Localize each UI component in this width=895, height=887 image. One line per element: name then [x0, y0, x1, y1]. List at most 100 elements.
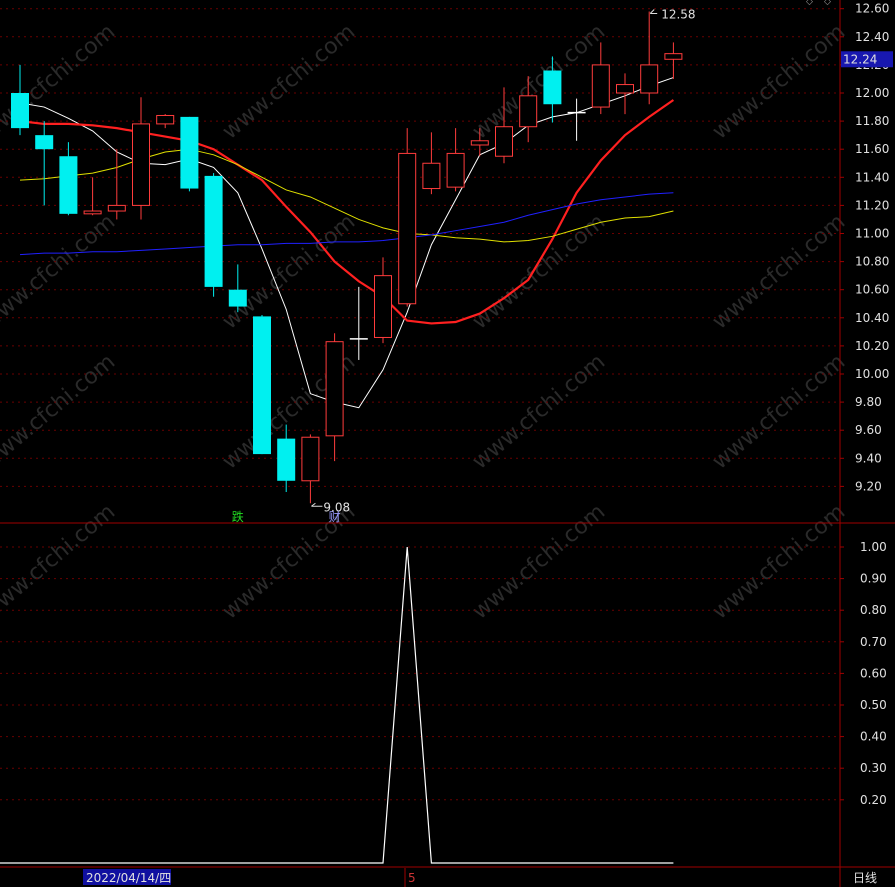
indicator-tick-label: 0.60 — [860, 666, 887, 680]
candle[interactable] — [11, 64, 29, 136]
high-arrow — [649, 9, 658, 15]
price-tick-label: 11.20 — [855, 198, 889, 212]
candle[interactable] — [204, 173, 223, 297]
candle-body — [616, 84, 634, 94]
price-tick-label: 10.40 — [855, 311, 889, 325]
candle-body — [446, 152, 465, 188]
watermark-text: www.cfchi.com — [708, 499, 850, 624]
price-tick-label: 9.20 — [855, 479, 882, 493]
candle-body — [301, 436, 320, 482]
current-price-label: 12.24 — [843, 52, 877, 66]
candle[interactable] — [180, 116, 199, 192]
price-tick-label: 12.60 — [855, 2, 889, 16]
candle-body — [83, 210, 102, 215]
indicator-tick-label: 0.20 — [860, 793, 887, 807]
candle[interactable] — [107, 149, 126, 220]
high-label: 12.58 — [661, 8, 695, 22]
ma-line-1 — [19, 99, 675, 325]
period-label[interactable]: 日线 — [853, 871, 877, 885]
candle[interactable] — [59, 142, 78, 216]
indicator-tick-label: 0.70 — [860, 635, 887, 649]
candle-body — [59, 156, 78, 214]
candle[interactable] — [325, 333, 344, 462]
price-tick-label: 11.00 — [855, 227, 889, 241]
indicator-tick-label: 0.90 — [860, 572, 887, 586]
indicator-tick-label: 0.40 — [860, 730, 887, 744]
candle-body — [543, 70, 562, 105]
watermark-text: www.cfchi.com — [468, 209, 610, 334]
candle-body — [640, 64, 659, 94]
corner-icon-2[interactable]: ◇ — [824, 0, 831, 7]
candle-body — [495, 126, 513, 157]
candle[interactable] — [446, 128, 465, 192]
candle[interactable] — [374, 257, 392, 344]
signal-marker-die: 跌 — [232, 509, 244, 524]
price-tick-label: 11.60 — [855, 142, 889, 156]
candle[interactable] — [422, 132, 441, 195]
watermark-text: www.cfchi.com — [468, 349, 610, 474]
candle-body — [325, 341, 344, 437]
candle-body — [422, 162, 441, 190]
candle-body — [204, 175, 223, 287]
corner-icon[interactable]: ◇ — [806, 0, 813, 7]
date-label: 2022/04/14/四 — [86, 871, 171, 885]
indicator-tick-label: 1.00 — [860, 540, 887, 554]
candle[interactable] — [640, 11, 659, 105]
candle[interactable] — [253, 314, 271, 455]
watermark-text: www.cfchi.com — [218, 209, 360, 334]
price-tick-label: 10.60 — [855, 283, 889, 297]
candle-body — [35, 135, 54, 150]
watermark-text: www.cfchi.com — [468, 19, 610, 144]
candle[interactable] — [156, 114, 175, 129]
candle[interactable] — [664, 42, 683, 79]
candle-body — [398, 152, 417, 305]
candle-body — [519, 95, 538, 128]
price-tick-label: 10.00 — [855, 367, 889, 381]
watermark-text: www.cfchi.com — [218, 19, 360, 144]
indicator-tick-label: 0.30 — [860, 761, 887, 775]
marker-5-label: 5 — [408, 871, 416, 885]
watermark-text: www.cfchi.com — [0, 349, 120, 474]
watermark-text: www.cfchi.com — [708, 349, 850, 474]
stock-chart[interactable]: www.cfchi.com www.cfchi.com www.cfchi.com w… — [0, 0, 895, 887]
candle[interactable] — [567, 98, 586, 141]
watermark-text: www.cfchi.com — [468, 499, 610, 624]
candle[interactable] — [35, 121, 54, 206]
price-tick-label: 11.80 — [855, 114, 889, 128]
candle-body — [591, 64, 610, 108]
candle-body — [470, 140, 489, 146]
price-tick-label: 12.00 — [855, 86, 889, 100]
signal-marker-cai: 财 — [329, 510, 341, 524]
low-arrow — [311, 502, 323, 507]
candle[interactable] — [301, 434, 320, 504]
candle[interactable] — [83, 177, 102, 216]
watermark-text: www.cfchi.com — [0, 499, 120, 624]
price-tick-label: 11.40 — [855, 170, 889, 184]
indicator-tick-label: 0.50 — [860, 698, 887, 712]
candle-body — [156, 114, 175, 125]
watermark-text: www.cfchi.com — [708, 19, 850, 144]
price-tick-label: 10.20 — [855, 339, 889, 353]
candle-body — [664, 53, 683, 60]
candle-body — [11, 93, 29, 129]
price-tick-label: 9.40 — [855, 451, 882, 465]
price-tick-label: 12.40 — [855, 30, 889, 44]
watermark-text: www.cfchi.com — [708, 209, 850, 334]
candle-body — [253, 316, 271, 455]
candle[interactable] — [398, 128, 417, 307]
price-tick-label: 10.80 — [855, 255, 889, 269]
candle-body — [228, 289, 247, 307]
candle[interactable] — [228, 264, 247, 313]
watermark-text: www.cfchi.com — [0, 209, 120, 334]
candle-body — [180, 116, 199, 189]
candle[interactable] — [349, 286, 368, 360]
candle-body — [277, 438, 296, 481]
candle[interactable] — [591, 42, 610, 115]
price-tick-label: 9.80 — [855, 395, 882, 409]
candle-body — [374, 275, 392, 338]
price-tick-label: 9.60 — [855, 423, 882, 437]
indicator-tick-label: 0.80 — [860, 603, 887, 617]
candle[interactable] — [132, 97, 150, 220]
candle-body — [107, 204, 126, 212]
candle-body — [132, 123, 150, 206]
